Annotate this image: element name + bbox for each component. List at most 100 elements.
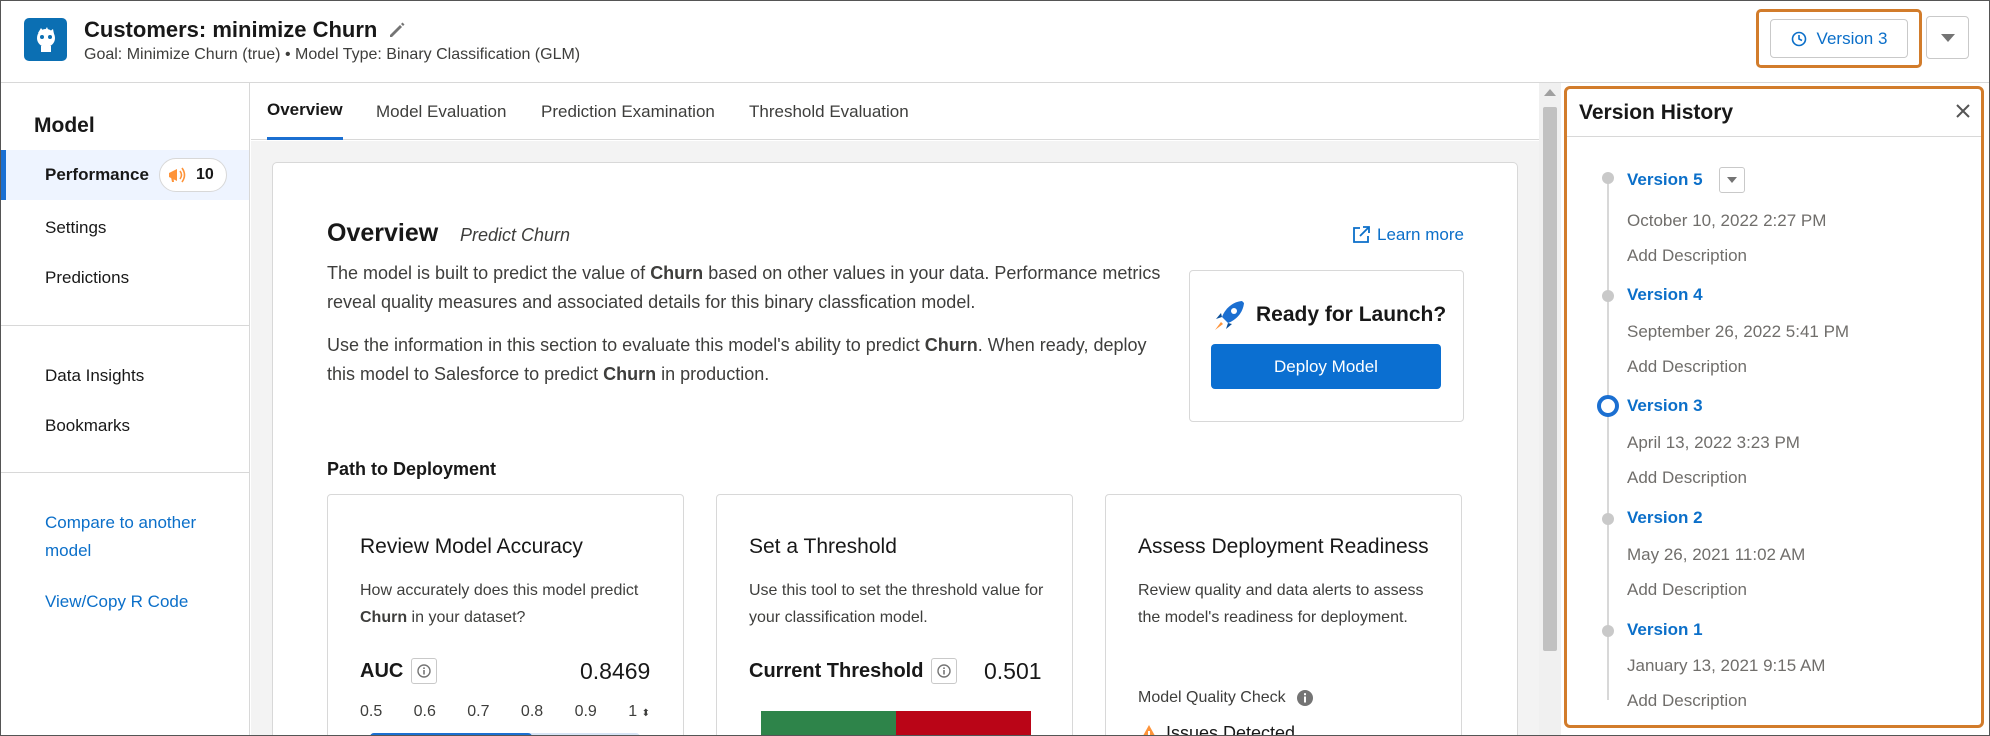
scroll-thumb[interactable] bbox=[1543, 107, 1557, 651]
tab-threshold-evaluation[interactable]: Threshold Evaluation bbox=[749, 83, 909, 140]
text-span: How accurately does this model predict bbox=[360, 582, 639, 599]
app-frame: Customers: minimize Churn Goal: Minimize… bbox=[0, 0, 1990, 736]
header-menu-button[interactable] bbox=[1926, 16, 1969, 59]
issues-text: Issues Detected bbox=[1166, 723, 1296, 736]
tab-model-evaluation[interactable]: Model Evaluation bbox=[376, 83, 506, 140]
add-description-link[interactable]: Add Description bbox=[1627, 691, 1747, 711]
timeline-dot bbox=[1602, 172, 1614, 184]
nav-item-predictions[interactable]: Predictions bbox=[1, 253, 249, 303]
tab-prediction-examination[interactable]: Prediction Examination bbox=[541, 83, 715, 140]
tab-bar: Overview Model Evaluation Prediction Exa… bbox=[251, 83, 1539, 140]
add-description-link[interactable]: Add Description bbox=[1627, 357, 1747, 377]
deploy-model-button[interactable]: Deploy Model bbox=[1211, 344, 1441, 389]
main-scrollbar[interactable] bbox=[1539, 83, 1561, 735]
rocket-icon bbox=[1215, 301, 1244, 330]
metric-name: AUC bbox=[360, 659, 404, 682]
overview-title: Overview bbox=[327, 219, 439, 247]
text-span: Use the information in this section to e… bbox=[327, 335, 925, 355]
info-icon[interactable] bbox=[931, 658, 958, 684]
auc-value: 0.8469 bbox=[580, 658, 651, 684]
version-button-highlight: Version 3 bbox=[1756, 9, 1922, 68]
step-review-accuracy: Review Model Accuracy How accurately doe… bbox=[327, 494, 684, 735]
overview-paragraph-1: The model is built to predict the value … bbox=[327, 259, 1177, 317]
alerts-count: 10 bbox=[195, 166, 214, 183]
nav-divider bbox=[1, 472, 249, 473]
main-content: Overview Predict Churn Learn more The mo… bbox=[251, 141, 1539, 736]
learn-more-label: Learn more bbox=[1377, 225, 1464, 244]
page-header: Customers: minimize Churn Goal: Minimize… bbox=[1, 1, 1989, 83]
panel-divider bbox=[1567, 136, 1981, 137]
launch-title-text: Ready for Launch? bbox=[1256, 303, 1447, 326]
add-description-link[interactable]: Add Description bbox=[1627, 468, 1747, 488]
scroll-up-arrow-icon[interactable] bbox=[1544, 89, 1556, 96]
version-history-title: Version History bbox=[1579, 101, 1734, 124]
version-menu-button[interactable] bbox=[1718, 167, 1745, 193]
page-subtitle: Goal: Minimize Churn (true) • Model Type… bbox=[84, 46, 581, 63]
nav-divider bbox=[1, 325, 249, 326]
compare-model-link[interactable]: Compare to another model bbox=[45, 509, 225, 565]
nav-item-label: Bookmarks bbox=[45, 416, 131, 435]
version-2-item[interactable]: Version 2 bbox=[1627, 508, 1703, 528]
overview-card: Overview Predict Churn Learn more The mo… bbox=[272, 162, 1518, 736]
nav-item-performance[interactable]: Performance 10 bbox=[1, 150, 249, 200]
edit-pencil-icon[interactable] bbox=[387, 20, 407, 40]
threshold-bar[interactable] bbox=[761, 711, 1031, 735]
view-r-code-link[interactable]: View/Copy R Code bbox=[45, 588, 225, 616]
caret-down-icon bbox=[1940, 33, 1955, 42]
nav-item-settings[interactable]: Settings bbox=[1, 203, 249, 253]
close-icon[interactable] bbox=[1953, 101, 1973, 121]
version-date: January 13, 2021 9:15 AM bbox=[1627, 656, 1826, 675]
nav-item-bookmarks[interactable]: Bookmarks bbox=[1, 401, 249, 451]
add-description-link[interactable]: Add Description bbox=[1627, 246, 1747, 266]
clock-icon bbox=[1791, 31, 1806, 46]
text-span: in your dataset? bbox=[407, 609, 526, 626]
text-span-bold: Churn bbox=[360, 609, 408, 626]
page-title: Customers: minimize Churn bbox=[84, 17, 407, 43]
model-quality-check-label: Model Quality Check bbox=[1138, 689, 1314, 707]
version-3-item[interactable]: Version 3 bbox=[1627, 396, 1703, 416]
threshold-bar-good bbox=[761, 711, 897, 735]
check-label-text: Model Quality Check bbox=[1138, 689, 1286, 706]
einstein-logo-icon bbox=[24, 18, 67, 61]
left-navigation: Model Performance 10 Settings Prediction… bbox=[1, 83, 250, 735]
version-history-panel: Version History Version 5 October 10, 20… bbox=[1564, 86, 1984, 728]
external-link-icon bbox=[1353, 226, 1370, 243]
path-to-deployment-title: Path to Deployment bbox=[327, 459, 497, 479]
step-title: Review Model Accuracy bbox=[360, 535, 583, 558]
text-span-bold: Churn bbox=[603, 364, 657, 384]
issues-detected: Issues Detected bbox=[1138, 723, 1296, 736]
step-set-threshold: Set a Threshold Use this tool to set the… bbox=[716, 494, 1073, 735]
version-date: May 26, 2021 11:02 AM bbox=[1627, 545, 1806, 564]
learn-more-link[interactable]: Learn more bbox=[1351, 225, 1464, 245]
threshold-bar-bad bbox=[896, 711, 1031, 735]
version-button[interactable]: Version 3 bbox=[1770, 19, 1908, 58]
launch-box: Ready for Launch? Deploy Model bbox=[1189, 270, 1464, 422]
nav-item-label: Data Insights bbox=[45, 366, 145, 385]
info-icon[interactable] bbox=[1296, 689, 1314, 707]
step-description: How accurately does this model predict C… bbox=[360, 577, 660, 631]
nav-item-data-insights[interactable]: Data Insights bbox=[1, 351, 249, 401]
page-title-text: Customers: minimize Churn bbox=[84, 17, 378, 42]
alerts-badge[interactable]: 10 bbox=[158, 158, 227, 192]
stepper-icon[interactable]: ⬍ bbox=[642, 708, 650, 719]
text-span: The model is built to predict the value … bbox=[327, 263, 651, 283]
version-date: April 13, 2022 3:23 PM bbox=[1627, 433, 1800, 452]
alert-megaphone-icon bbox=[168, 167, 186, 183]
text-span: in production. bbox=[656, 364, 770, 384]
warning-icon bbox=[1143, 724, 1155, 735]
version-button-label: Version 3 bbox=[1816, 28, 1888, 48]
overview-subtitle: Predict Churn bbox=[460, 225, 571, 245]
version-name: Version 5 bbox=[1627, 170, 1703, 189]
info-icon[interactable] bbox=[411, 658, 438, 684]
step-deployment-readiness: Assess Deployment Readiness Review quali… bbox=[1105, 494, 1462, 736]
add-description-link[interactable]: Add Description bbox=[1627, 580, 1747, 600]
version-4-item[interactable]: Version 4 bbox=[1627, 285, 1703, 305]
version-5-item[interactable]: Version 5 bbox=[1627, 167, 1745, 193]
tab-overview[interactable]: Overview bbox=[267, 83, 343, 140]
current-version-marker bbox=[1597, 395, 1619, 417]
version-1-item[interactable]: Version 1 bbox=[1627, 620, 1703, 640]
version-date: September 26, 2022 5:41 PM bbox=[1627, 322, 1850, 341]
threshold-value: 0.501 bbox=[984, 658, 1042, 684]
scale-tick: 0.7 bbox=[467, 703, 490, 720]
step-description: Review quality and data alerts to assess… bbox=[1138, 582, 1424, 626]
